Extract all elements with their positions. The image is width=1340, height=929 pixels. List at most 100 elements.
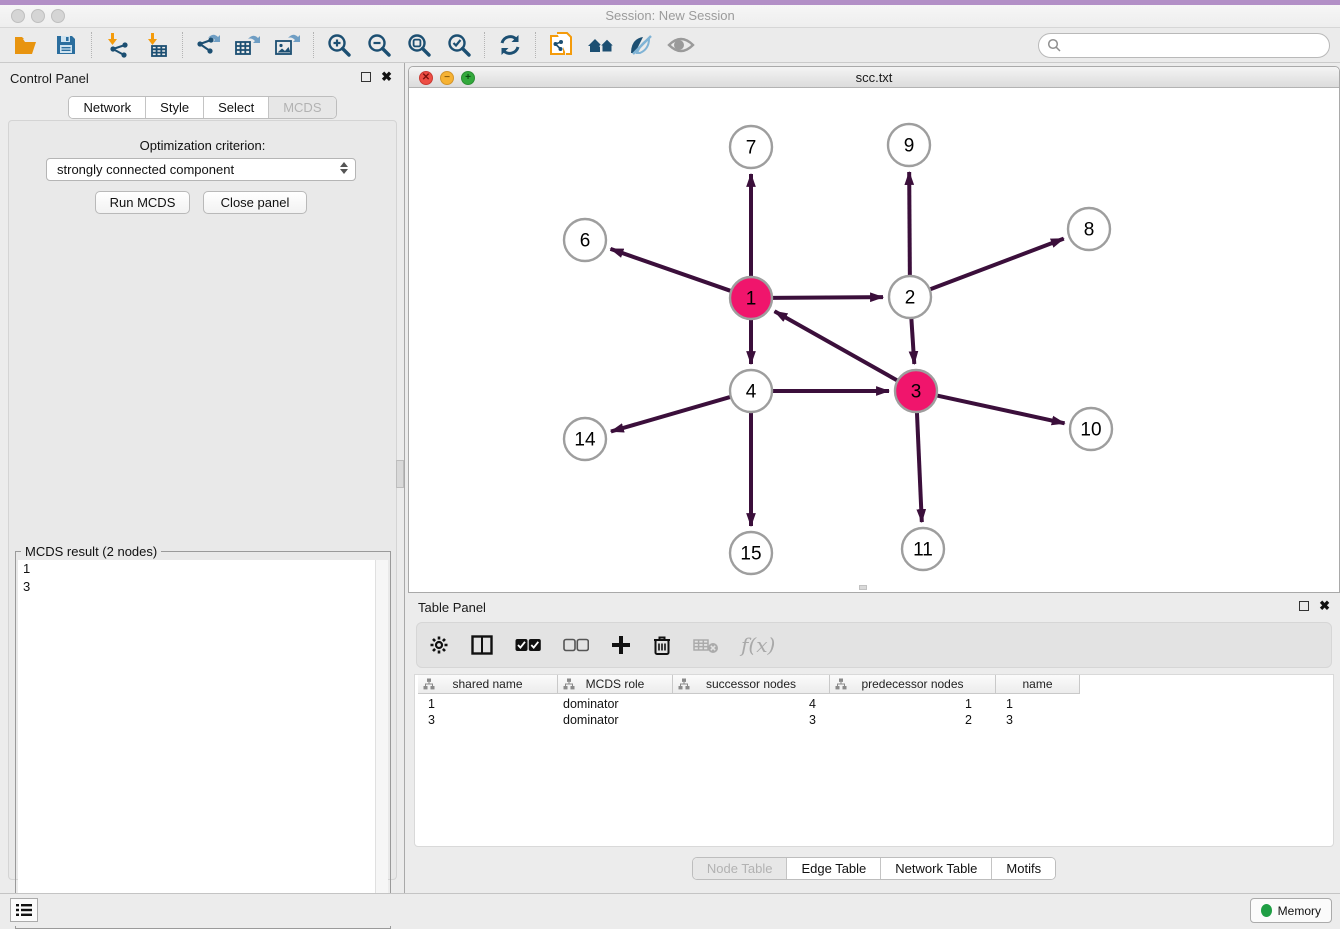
zoom-fit-button[interactable]	[399, 30, 439, 60]
graph-node-14[interactable]: 14	[564, 418, 606, 460]
control-panel-float-button[interactable]	[361, 72, 371, 82]
tab-style[interactable]: Style	[146, 97, 204, 118]
graph-node-9[interactable]: 9	[888, 124, 930, 166]
column-header-successor-nodes[interactable]: successor nodes	[673, 675, 830, 693]
table-panel-float-button[interactable]	[1299, 601, 1309, 611]
table-tab-node-table[interactable]: Node Table	[693, 858, 788, 879]
control-panel-close-button[interactable]: ✖	[381, 72, 392, 82]
graph-node-10[interactable]: 10	[1070, 408, 1112, 450]
open-session-button[interactable]	[6, 30, 46, 60]
tab-mcds[interactable]: MCDS	[269, 97, 335, 118]
graph-node-7[interactable]: 7	[730, 126, 772, 168]
svg-text:15: 15	[740, 544, 761, 565]
table-cell[interactable]: 1	[996, 696, 1080, 712]
eye-button[interactable]	[661, 30, 701, 60]
table-cell[interactable]: 3	[996, 712, 1080, 728]
toolbar-separator	[91, 32, 92, 58]
table-tab-edge-table[interactable]: Edge Table	[787, 858, 881, 879]
import-network-button[interactable]	[97, 30, 137, 60]
import-table-button[interactable]	[137, 30, 177, 60]
export-table-button[interactable]	[228, 30, 268, 60]
graph-edge-4-14[interactable]	[611, 397, 731, 432]
graph-node-15[interactable]: 15	[730, 532, 772, 574]
graph-node-4[interactable]: 4	[730, 370, 772, 412]
result-item[interactable]: 3	[18, 578, 388, 596]
result-scrollbar-track[interactable]	[375, 560, 388, 926]
clone-network-button[interactable]	[541, 30, 581, 60]
graph-node-3[interactable]: 3	[895, 370, 937, 412]
run-mcds-button[interactable]: Run MCDS	[95, 191, 190, 214]
add-column-icon[interactable]	[611, 635, 631, 655]
graph-node-1[interactable]: 1	[730, 277, 772, 319]
zoom-selected-button[interactable]	[439, 30, 479, 60]
svg-text:11: 11	[913, 540, 933, 561]
table-row[interactable]: 1dominator411	[418, 696, 1080, 712]
memory-button[interactable]: Memory	[1250, 898, 1332, 923]
graph-node-6[interactable]: 6	[564, 219, 606, 261]
tab-select[interactable]: Select	[204, 97, 269, 118]
table-cell[interactable]: 2	[830, 712, 996, 728]
export-table-icon	[234, 32, 262, 58]
graph-edge-2-8[interactable]	[930, 239, 1064, 290]
graph-edge-3-10[interactable]	[937, 395, 1065, 423]
close-panel-button[interactable]: Close panel	[203, 191, 307, 214]
network-resize-grip[interactable]	[859, 585, 867, 590]
tab-network[interactable]: Network	[69, 97, 146, 118]
column-header-shared-name[interactable]: shared name	[418, 675, 558, 693]
graph-node-8[interactable]: 8	[1068, 208, 1110, 250]
table-cell[interactable]: 3	[673, 712, 830, 728]
table-cell[interactable]: dominator	[558, 712, 673, 728]
delete-column-icon[interactable]	[653, 635, 671, 656]
table-row[interactable]: 3dominator323	[418, 712, 1080, 728]
search-field[interactable]	[1038, 33, 1330, 58]
graph-edge-2-9[interactable]	[909, 172, 910, 276]
table-tab-motifs[interactable]: Motifs	[992, 858, 1055, 879]
table-cell[interactable]: 3	[418, 712, 558, 728]
search-input[interactable]	[1062, 38, 1312, 53]
graph-edge-3-1[interactable]	[775, 311, 898, 380]
toolbar-separator	[535, 32, 536, 58]
column-header-name[interactable]: name	[996, 675, 1080, 693]
graph-node-2[interactable]: 2	[889, 276, 931, 318]
refresh-layout-button[interactable]	[490, 30, 530, 60]
graph-edge-1-6[interactable]	[610, 249, 731, 291]
column-header-MCDS-role[interactable]: MCDS role	[558, 675, 673, 693]
optimization-criterion-dropdown[interactable]: strongly connected component	[46, 158, 356, 181]
select-all-icon[interactable]	[515, 638, 541, 652]
settings-gear-icon[interactable]	[429, 635, 449, 655]
task-history-button[interactable]	[10, 898, 38, 922]
export-network-button[interactable]	[188, 30, 228, 60]
column-type-icon	[678, 678, 690, 690]
show-hide-graphics-details-button[interactable]	[621, 30, 661, 60]
import-network-icon	[104, 32, 130, 58]
splitter-grip[interactable]	[396, 460, 404, 488]
toggle-panel-icon[interactable]	[471, 635, 493, 655]
node-table[interactable]: shared nameMCDS rolesuccessor nodesprede…	[414, 674, 1334, 847]
table-cell[interactable]: 1	[418, 696, 558, 712]
export-image-button[interactable]	[268, 30, 308, 60]
deselect-all-icon[interactable]	[563, 638, 589, 652]
table-cell[interactable]: dominator	[558, 696, 673, 712]
table-cell[interactable]: 4	[673, 696, 830, 712]
network-graph[interactable]: 7 9 6 8 1 2 4 3 14 10 15 11	[409, 88, 1339, 592]
graph-edge-1-2[interactable]	[772, 297, 883, 298]
result-item[interactable]: 1	[18, 560, 388, 578]
table-panel-close-button[interactable]: ✖	[1319, 601, 1330, 611]
zoom-in-button[interactable]	[319, 30, 359, 60]
network-canvas[interactable]: 7 9 6 8 1 2 4 3 14 10 15 11	[409, 88, 1339, 592]
zoom-out-button[interactable]	[359, 30, 399, 60]
graph-node-11[interactable]: 11	[902, 528, 944, 570]
graph-edge-2-3[interactable]	[911, 318, 914, 364]
table-cell[interactable]: 1	[830, 696, 996, 712]
graph-edge-3-11[interactable]	[917, 412, 922, 522]
control-panel: Control Panel ✖ NetworkStyleSelectMCDS O…	[0, 63, 405, 893]
home-button[interactable]	[581, 30, 621, 60]
save-session-button[interactable]	[46, 30, 86, 60]
column-header-predecessor-nodes[interactable]: predecessor nodes	[830, 675, 996, 693]
eye-icon	[667, 34, 695, 56]
memory-status-icon	[1261, 904, 1272, 917]
table-tab-network-table[interactable]: Network Table	[881, 858, 992, 879]
mcds-result-list[interactable]: 13	[18, 560, 388, 926]
delete-table-icon	[693, 636, 719, 654]
network-window-titlebar[interactable]: ✕ − + scc.txt	[409, 67, 1339, 88]
